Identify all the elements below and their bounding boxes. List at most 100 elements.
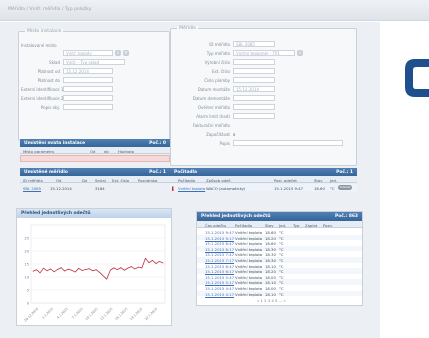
data-point (39, 272, 41, 274)
alarm-limit-input[interactable] (233, 113, 275, 119)
column-header[interactable]: Stav (314, 178, 322, 183)
column-header[interactable]: Pozn. (323, 223, 333, 228)
field-label: Instalované místo (21, 42, 57, 48)
column-header[interactable]: Do (82, 178, 87, 183)
data-point (113, 267, 115, 269)
reading-state: 18.10 (265, 291, 276, 297)
place-name-input[interactable]: Vnitř. teploty (63, 50, 113, 56)
field-alarm-limit: Alarm limit (hod) (173, 113, 275, 119)
x-tick-label: 22.1.2015 (144, 307, 158, 321)
x-tick-label: 10.1.2015 (84, 307, 98, 321)
ext-number-input[interactable] (233, 68, 275, 74)
chart-panel: Přehled jednotlivých odečtů 0 5 10 15 20 25 29… (16, 208, 172, 326)
column-header[interactable]: Serial (95, 178, 106, 183)
field-meter-type: Typ měřidla Vnitřní teploměr - TP1 ⌕ (173, 50, 303, 56)
place-panel-legend: Místo instalace (25, 29, 64, 34)
field-mount-date: Datum montáže 15.12.2014 (173, 86, 275, 92)
description-input[interactable] (63, 104, 113, 110)
meter-id-link[interactable]: SBL 2085 (23, 186, 41, 191)
column-header[interactable]: Počitadlo (178, 178, 195, 183)
column-header[interactable]: Čas odečtu (205, 223, 226, 228)
field-label: Ext. číslo (212, 68, 230, 74)
data-point (159, 261, 160, 262)
install-grid-count: Poč.: 0 (149, 140, 166, 146)
readings-pager[interactable]: « 1 2 3 4 5 ... » (257, 298, 286, 303)
ext-id-2-input[interactable] (63, 95, 113, 101)
column-header[interactable]: Počitadlo (235, 223, 252, 228)
column-header[interactable]: Od (56, 178, 61, 183)
data-point (57, 269, 58, 270)
counter-name-link[interactable]: Vnitřní teplota (178, 186, 205, 191)
ext-id-1-input[interactable] (63, 86, 113, 92)
read-button[interactable]: Odečet (338, 185, 352, 190)
mount-date-input[interactable]: 15.12.2014 (233, 86, 275, 92)
unmount-date-input[interactable] (233, 95, 275, 101)
reading-counter: Vnitřní teplota (235, 291, 263, 297)
column-header[interactable]: Hodnota (118, 149, 134, 154)
table-row[interactable]: ▌ Vnitřní teplota WACO (automaticky) 15.… (170, 184, 357, 191)
field-verification: Ověření měřidla (173, 104, 275, 110)
column-header[interactable]: Jed. (279, 223, 286, 228)
column-header[interactable]: Zaplat (305, 223, 317, 228)
table-row[interactable]: 15.1.2015 4:17 Vnitřní teplota 18.10 °C (197, 290, 362, 297)
column-header[interactable]: Místo parametru (23, 149, 54, 154)
install-grid-columns: Místo parametru Od do Hodnota (20, 147, 170, 154)
x-tick-label: 13.1.2015 (99, 307, 113, 321)
serial-input[interactable] (233, 59, 275, 65)
table-row[interactable]: SBL 2085 15.12.2014 3164 (20, 184, 170, 191)
search-icon[interactable]: ⌕ (115, 50, 121, 56)
column-header[interactable]: Jed. (330, 178, 337, 183)
valid-to-input[interactable] (63, 77, 113, 83)
data-point (36, 269, 37, 271)
seal-input[interactable] (233, 77, 275, 83)
search-icon[interactable]: ⌕ (297, 50, 303, 56)
field-label: Datum montáže (197, 86, 230, 92)
column-header[interactable]: Ext. číslo (112, 178, 129, 183)
data-point (131, 266, 132, 267)
data-point (155, 263, 157, 264)
field-label: Alarm limit (hod) (196, 113, 230, 119)
data-point (74, 271, 76, 273)
data-point (85, 269, 87, 270)
data-point (162, 262, 164, 264)
meter-panel: Měřidlo ID měřidla SBL 2085 Typ měřidla … (170, 26, 357, 166)
column-header[interactable]: do (104, 149, 109, 154)
column-header[interactable]: Stav (265, 223, 273, 228)
field-valid-from: Platnost od 15.12.2014 (21, 68, 113, 74)
data-point (109, 269, 111, 271)
chart-panel-header: Přehled jednotlivých odečtů (17, 209, 171, 218)
valid-from-input[interactable]: 15.12.2014 (63, 68, 113, 74)
storage-input[interactable]: Vnitř. - Typ sklad (63, 59, 125, 65)
data-point (64, 270, 65, 272)
data-point (138, 266, 139, 268)
column-header[interactable]: ID měřidla (23, 178, 43, 183)
y-tick-label: 5 (27, 288, 29, 292)
field-label: Externí identifikace 1 (21, 86, 64, 92)
column-header[interactable]: Typ (293, 223, 299, 228)
verification-input[interactable] (233, 104, 275, 110)
meter-grid-columns: ID měřidla Od Do Serial Ext. číslo Pozná… (20, 176, 170, 183)
data-point (99, 272, 101, 273)
meter-type-select[interactable]: Vnitřní teploměr - TP1 (233, 50, 295, 56)
column-header[interactable]: Od (90, 149, 95, 154)
column-header[interactable]: Způsob odeč. (206, 178, 232, 183)
column-header[interactable]: Poznámka (138, 178, 157, 183)
data-point (78, 268, 80, 269)
meter-grid-title: Umístěné měřidlo (24, 169, 68, 175)
meter-id-input[interactable]: SBL 2085 (233, 41, 275, 47)
clear-icon[interactable]: × (123, 50, 129, 56)
data-point (43, 267, 44, 269)
reading-time-link[interactable]: 15.1.2015 4:17 (205, 292, 234, 297)
meter-description-input[interactable] (233, 140, 343, 146)
field-ext-id-1: Externí identifikace 1 (21, 86, 113, 92)
column-header[interactable]: Posl. odečet (274, 178, 297, 183)
count-in-checkbox[interactable]: x (233, 132, 235, 137)
field-label: Platnost do (37, 77, 60, 83)
field-label: Typ měřidla (206, 50, 230, 56)
y-tick-label: 15 (24, 262, 29, 266)
field-label: Ověření měřidla (197, 104, 230, 110)
chart-panel-title: Přehled jednotlivých odečtů (21, 211, 91, 216)
field-seal: Číslo plomby (173, 77, 275, 83)
field-label: Číslo plomby (204, 77, 230, 83)
x-tick-label: 16.1.2015 (114, 307, 128, 321)
